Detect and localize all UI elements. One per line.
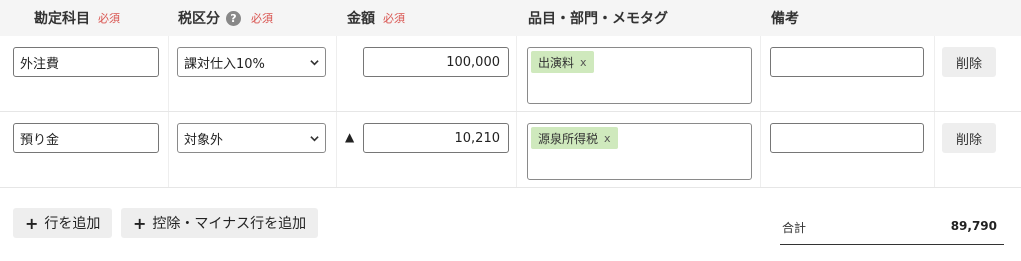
minus-indicator: ▲ <box>345 130 355 144</box>
tax-select-value: 対象外 <box>184 132 224 148</box>
header-amount: 金額 必須 <box>347 0 405 36</box>
total-label: 合計 <box>782 221 807 235</box>
note-input[interactable] <box>770 123 924 153</box>
header-account-label: 勘定科目 <box>34 11 90 27</box>
table-row: 外注費 課対仕入10% 100,000 出演料 x 削除 <box>0 36 1021 112</box>
header-amount-label: 金額 <box>347 11 375 27</box>
note-input[interactable] <box>770 47 924 77</box>
tag-remove-button[interactable]: x <box>604 132 611 145</box>
tag-chip-label: 出演料 <box>538 55 575 70</box>
table-header: 勘定科目 必須 税区分 ? 必須 金額 必須 品目・部門・メモタグ 備考 <box>0 0 1021 36</box>
header-note: 備考 <box>771 0 799 36</box>
amount-input[interactable]: 10,210 <box>363 123 509 153</box>
tag-chip-label: 源泉所得税 <box>538 131 599 146</box>
add-deduction-row-label: 控除・マイナス行を追加 <box>152 216 307 232</box>
tag-input[interactable]: 源泉所得税 x <box>527 123 752 180</box>
tag-chip: 出演料 x <box>531 51 594 73</box>
required-badge: 必須 <box>251 12 273 25</box>
chevron-down-icon <box>310 59 319 65</box>
delete-row-button[interactable]: 削除 <box>942 123 996 153</box>
plus-icon: + <box>133 213 147 233</box>
account-input[interactable]: 外注費 <box>13 47 159 77</box>
amount-input[interactable]: 100,000 <box>363 47 509 77</box>
header-tax: 税区分 ? 必須 <box>178 0 273 36</box>
help-icon[interactable]: ? <box>226 10 241 26</box>
table-row: 預り金 対象外 ▲ 10,210 源泉所得税 x 削除 <box>0 112 1021 188</box>
header-account: 勘定科目 必須 <box>34 0 120 36</box>
tag-chip: 源泉所得税 x <box>531 127 618 149</box>
add-row-button[interactable]: + 行を追加 <box>13 208 113 238</box>
plus-icon: + <box>25 213 39 233</box>
chevron-down-icon <box>310 135 319 141</box>
header-tags-label: 品目・部門・メモタグ <box>528 11 668 27</box>
tag-input[interactable]: 出演料 x <box>527 47 752 104</box>
tax-select[interactable]: 課対仕入10% <box>177 47 326 77</box>
tax-select[interactable]: 対象外 <box>177 123 326 153</box>
total-value: 89,790 <box>950 219 997 233</box>
tax-select-value: 課対仕入10% <box>184 56 265 72</box>
add-deduction-row-button[interactable]: + 控除・マイナス行を追加 <box>121 208 319 238</box>
delete-row-button[interactable]: 削除 <box>942 47 996 77</box>
total-underline <box>780 244 1004 245</box>
required-badge: 必須 <box>98 12 120 25</box>
add-row-label: 行を追加 <box>44 216 101 232</box>
account-input[interactable]: 預り金 <box>13 123 159 153</box>
tag-remove-button[interactable]: x <box>580 56 587 69</box>
header-note-label: 備考 <box>771 11 799 27</box>
header-tags: 品目・部門・メモタグ <box>528 0 668 36</box>
header-tax-label: 税区分 <box>178 11 220 27</box>
required-badge: 必須 <box>383 12 405 25</box>
